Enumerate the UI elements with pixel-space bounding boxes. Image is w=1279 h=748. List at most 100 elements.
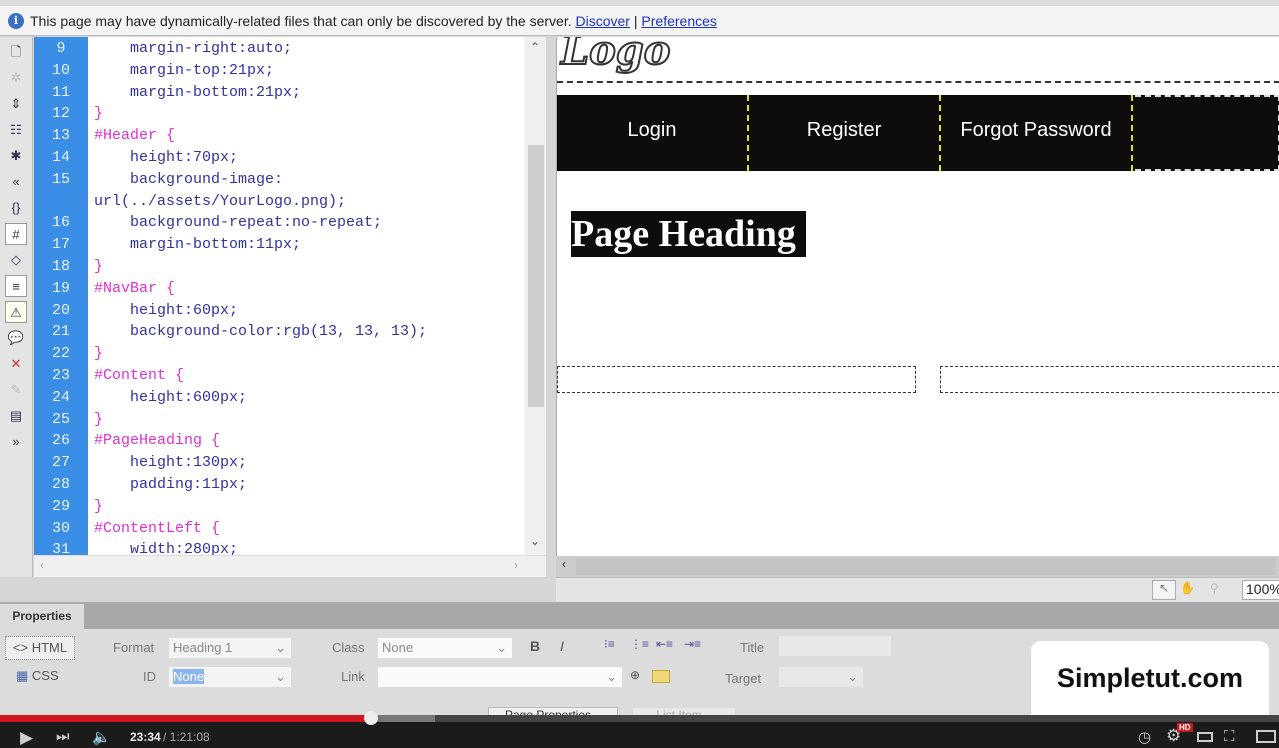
- title-input[interactable]: [778, 635, 892, 657]
- line-numbers-icon[interactable]: #: [5, 223, 27, 245]
- expand-all-icon[interactable]: ✱: [5, 145, 27, 167]
- recent-snippets-icon[interactable]: ▤: [5, 405, 27, 427]
- code-line[interactable]: margin-top:21px;: [94, 60, 274, 82]
- collapse-selection-icon[interactable]: ☷: [5, 119, 27, 141]
- code-line[interactable]: url(../assets/YourLogo.png);: [94, 191, 346, 213]
- browse-folder-icon[interactable]: [652, 670, 670, 683]
- code-line[interactable]: height:600px;: [94, 387, 247, 409]
- class-select[interactable]: None ⌄: [377, 637, 513, 659]
- nav-forgot-password[interactable]: Forgot Password: [941, 95, 1133, 171]
- code-line[interactable]: margin-bottom:21px;: [94, 82, 301, 104]
- balance-braces-icon[interactable]: {}: [5, 197, 27, 219]
- logo-image: Logo: [560, 37, 671, 75]
- code-line[interactable]: }: [94, 409, 103, 431]
- syntax-error-icon[interactable]: ⚠: [5, 301, 27, 323]
- unordered-list-icon[interactable]: ⁝≡: [604, 637, 615, 651]
- indent-icon[interactable]: ⇥≡: [684, 637, 701, 651]
- status-bar: ↖ ✋ ⚲ 100%: [556, 577, 1279, 603]
- play-icon[interactable]: ▶: [20, 728, 33, 748]
- outdent-icon[interactable]: ⇤≡: [656, 637, 673, 651]
- line-number: 29: [51, 497, 70, 515]
- design-horizontal-scrollbar[interactable]: ‹: [556, 556, 1279, 577]
- target-label: Target: [725, 671, 762, 686]
- apply-comment-icon[interactable]: 💬: [5, 327, 27, 349]
- code-line[interactable]: background-image:: [94, 169, 283, 191]
- volume-icon[interactable]: 🔈: [92, 728, 111, 746]
- point-to-file-icon[interactable]: ⊕: [630, 668, 640, 682]
- cast-icon[interactable]: [1256, 730, 1276, 743]
- duration: / 1:21:08: [163, 730, 210, 744]
- bold-button[interactable]: B: [530, 638, 540, 654]
- collapse-tag-icon[interactable]: ⇕: [5, 93, 27, 115]
- code-line[interactable]: padding:11px;: [94, 474, 247, 496]
- code-line[interactable]: #NavBar {: [94, 278, 175, 300]
- code-scroll-thumb[interactable]: [528, 145, 544, 407]
- nav-login[interactable]: Login: [557, 95, 749, 171]
- word-wrap-icon[interactable]: ≡: [5, 275, 27, 297]
- fullscreen-icon[interactable]: ⛶: [1224, 728, 1235, 745]
- scroll-up-icon[interactable]: ⌃: [530, 40, 540, 54]
- line-number: 9: [56, 40, 66, 57]
- line-number: 23: [51, 367, 70, 384]
- line-number: 27: [51, 454, 70, 472]
- line-number: 24: [51, 388, 70, 406]
- info-icon: i: [8, 12, 24, 29]
- nav-register[interactable]: Register: [749, 95, 941, 171]
- code-line[interactable]: #PageHeading {: [94, 430, 220, 452]
- line-number: 15: [51, 170, 70, 188]
- more-icon[interactable]: »: [5, 431, 27, 453]
- watch-later-icon[interactable]: ◷: [1138, 728, 1151, 746]
- code-editor[interactable]: margin-right:auto; margin-top:21px; marg…: [88, 37, 525, 555]
- code-line[interactable]: }: [94, 103, 103, 125]
- code-line[interactable]: #ContentLeft {: [94, 518, 220, 540]
- code-line[interactable]: }: [94, 496, 103, 518]
- zoom-tool-icon[interactable]: ⚲: [1210, 581, 1219, 595]
- id-select[interactable]: None ⌄: [168, 666, 292, 688]
- code-line[interactable]: #Header {: [94, 125, 175, 147]
- select-parent-tag-icon[interactable]: «: [5, 171, 27, 193]
- html-mode-button[interactable]: <> HTML: [5, 636, 75, 660]
- wrap-tag-icon[interactable]: ✎: [5, 379, 27, 401]
- code-line[interactable]: width:280px;: [94, 539, 238, 555]
- format-select[interactable]: Heading 1 ⌄: [168, 637, 292, 659]
- code-line[interactable]: background-color:rgb(13, 13, 13);: [94, 321, 427, 343]
- design-view[interactable]: Logo Login Register Forgot Password Page…: [556, 37, 1279, 556]
- code-line[interactable]: margin-bottom:11px;: [94, 234, 301, 256]
- code-line[interactable]: }: [94, 256, 103, 278]
- settings-icon[interactable]: ✲: [5, 67, 27, 89]
- zoom-level[interactable]: 100%: [1242, 580, 1279, 600]
- tab-properties[interactable]: Properties: [0, 604, 84, 629]
- theater-mode-icon[interactable]: [1197, 732, 1213, 742]
- code-line[interactable]: height:70px;: [94, 147, 238, 169]
- code-line[interactable]: }: [94, 343, 103, 365]
- highlight-invalid-icon[interactable]: ◇: [5, 249, 27, 271]
- line-number: 26: [51, 432, 70, 450]
- chevron-down-icon: ⌄: [847, 669, 858, 684]
- link-input[interactable]: ⌄: [377, 666, 623, 688]
- discover-link[interactable]: Discover: [576, 13, 630, 29]
- hand-tool-icon[interactable]: ✋: [1180, 581, 1195, 595]
- css-icon: ▦: [16, 668, 29, 683]
- class-label: Class: [332, 640, 365, 655]
- code-line[interactable]: margin-right:auto;: [94, 38, 292, 60]
- code-line[interactable]: #Content {: [94, 365, 184, 387]
- css-mode-button[interactable]: ▦ CSS: [16, 668, 59, 684]
- italic-button[interactable]: I: [560, 638, 564, 654]
- progress-scrubber[interactable]: [363, 711, 378, 725]
- next-icon[interactable]: ⏭: [56, 728, 70, 745]
- line-number: 10: [51, 61, 70, 79]
- open-documents-icon[interactable]: 🗋: [5, 41, 27, 63]
- scroll-down-icon[interactable]: ⌄: [530, 534, 540, 548]
- code-line[interactable]: height:130px;: [94, 452, 247, 474]
- code-horizontal-scrollbar[interactable]: ‹ ›: [34, 555, 546, 577]
- code-line[interactable]: background-repeat:no-repeat;: [94, 212, 382, 234]
- ordered-list-icon[interactable]: ⋮≡: [630, 637, 649, 651]
- chevron-down-icon: ⌄: [275, 640, 286, 655]
- line-number-gutter: 9 10 11 12 13 14 15 16 17 18 19 20 21 22 23 24 25 26 27 28 2…: [34, 37, 88, 558]
- preferences-link[interactable]: Preferences: [641, 13, 716, 29]
- page-heading[interactable]: Page Heading: [571, 211, 806, 257]
- remove-comment-icon[interactable]: ✕: [5, 353, 27, 375]
- code-line[interactable]: height:60px;: [94, 300, 238, 322]
- pointer-tool-icon[interactable]: ↖: [1152, 580, 1176, 600]
- target-select[interactable]: ⌄: [778, 666, 864, 688]
